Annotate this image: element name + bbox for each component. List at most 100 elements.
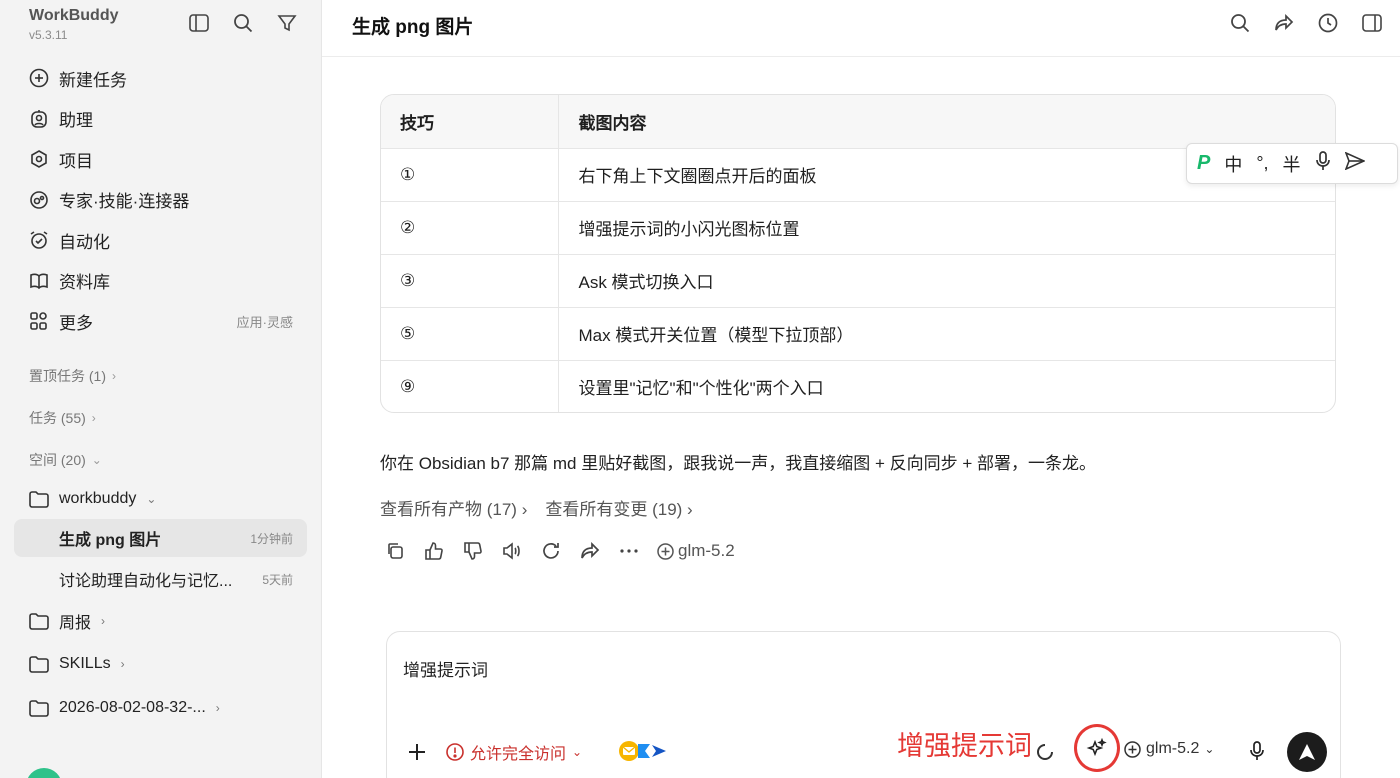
sidebar-item-library[interactable]: 资料库 <box>0 261 322 302</box>
plus-circle-icon <box>29 68 49 88</box>
model-selector[interactable]: glm-5.2 ⌄ <box>1124 740 1214 758</box>
tips-table: 技巧 截图内容 ① 右下角上下文圈圈点开后的面板 ② 增强提示词的小闪光图标位置 ③… <box>380 94 1336 413</box>
task-time: 1分钟前 <box>250 531 293 546</box>
avatar[interactable] <box>26 768 62 778</box>
brand: WorkBuddy v5.3.11 <box>29 7 118 42</box>
table-cell: ② <box>381 201 559 255</box>
search-icon[interactable] <box>232 12 254 34</box>
arrow-up-icon <box>1299 744 1315 760</box>
filter-icon[interactable] <box>276 12 298 34</box>
composer[interactable]: 增强提示词 允许完全访问 ⌄ 增强提示词 glm-5.2 ⌄ <box>386 631 1341 778</box>
composer-input[interactable]: 增强提示词 <box>403 656 488 681</box>
folder-label: workbuddy <box>59 490 137 507</box>
sidebar-item-assistant[interactable]: 助理 <box>0 99 322 140</box>
ime-lang-toggle[interactable]: 中 <box>1224 151 1242 177</box>
sidebar-item-label: 助理 <box>59 111 93 131</box>
microphone-icon[interactable] <box>1249 741 1269 763</box>
speaker-icon[interactable] <box>501 540 523 562</box>
folder-workbuddy[interactable]: workbuddy ⌄ <box>29 484 156 514</box>
sidebar-item-more[interactable]: 更多 应用·灵感 <box>0 301 322 342</box>
sparkle-icon <box>1086 738 1107 757</box>
sidebar-toggle-icon[interactable] <box>188 12 210 34</box>
tasks-section[interactable]: 任务 (55) › <box>29 408 96 428</box>
column-header: 截图内容 <box>558 95 1335 149</box>
access-mode-dropdown[interactable]: 允许完全访问 ⌄ <box>446 740 582 764</box>
spaces-section[interactable]: 空间 (20) ⌄ <box>29 450 102 470</box>
sidebar-item-label: 更多 <box>59 313 93 333</box>
add-attachment-button[interactable] <box>407 742 427 762</box>
book-icon <box>29 271 49 291</box>
section-label: 空间 (20) <box>29 452 86 468</box>
history-icon[interactable] <box>1317 12 1339 34</box>
task-title: 生成 png 图片 <box>59 532 162 549</box>
task-item[interactable]: 讨论助理自动化与记忆... 5天前 <box>14 560 307 598</box>
sidebar-toolbar <box>188 12 298 34</box>
ime-width-toggle[interactable]: 半 <box>1283 151 1301 177</box>
result-links: 查看所有产物 (17) › 查看所有变更 (19) › <box>380 495 693 520</box>
grid-icon <box>29 311 49 331</box>
folder-label: 周报 <box>59 615 92 632</box>
table-cell: ⑤ <box>381 307 559 361</box>
model-badge[interactable]: glm-5.2 <box>657 541 735 561</box>
sidebar-item-label: 资料库 <box>59 273 110 293</box>
share-icon[interactable] <box>1273 12 1295 34</box>
app-icon <box>652 745 666 757</box>
view-artifacts-link[interactable]: 查看所有产物 (17) › <box>380 495 527 520</box>
expert-icon <box>29 190 49 210</box>
message-actions: glm-5.2 <box>384 540 735 562</box>
context-usage-icon[interactable] <box>1035 742 1055 762</box>
send-button[interactable] <box>1287 732 1327 772</box>
ime-punct-toggle[interactable]: °, <box>1256 153 1268 174</box>
table-cell: ③ <box>381 254 559 308</box>
share-icon[interactable] <box>579 540 601 562</box>
enhance-prompt-button[interactable] <box>1077 738 1117 762</box>
folder-dated[interactable]: 2026-08-02-08-32-... › <box>29 693 220 723</box>
model-label: glm-5.2 <box>678 541 735 560</box>
sidebar-nav: 新建任务 助理 项目 专家·技能·连接器 自动化 资料库 更多 应用·灵感 <box>0 58 322 342</box>
chevron-down-icon: ⌄ <box>572 745 583 759</box>
thumbs-up-icon[interactable] <box>423 540 445 562</box>
table-header-row: 技巧 截图内容 <box>381 95 1335 149</box>
thumbs-down-icon[interactable] <box>462 540 484 562</box>
send-icon[interactable] <box>1344 151 1366 175</box>
table-cell: 设置里"记忆"和"个性化"两个入口 <box>578 379 824 399</box>
search-icon[interactable] <box>1229 12 1251 34</box>
sidebar-item-experts[interactable]: 专家·技能·连接器 <box>0 180 322 221</box>
assistant-message: 你在 Obsidian b7 那篇 md 里贴好截图，跟我说一声，我直接缩图 +… <box>380 454 1096 473</box>
sidebar-item-new-task[interactable]: 新建任务 <box>0 58 322 99</box>
sidebar-item-label: 专家·技能·连接器 <box>59 192 190 212</box>
microphone-icon[interactable] <box>1315 151 1331 176</box>
copy-icon[interactable] <box>384 540 406 562</box>
chevron-down-icon: ⌄ <box>91 453 102 467</box>
pinned-tasks-section[interactable]: 置顶任务 (1) › <box>29 366 116 386</box>
table-row: ③ Ask 模式切换入口 <box>381 254 1335 308</box>
sidebar-item-automation[interactable]: 自动化 <box>0 220 322 261</box>
sidebar-item-project[interactable]: 项目 <box>0 139 322 180</box>
warning-icon <box>446 743 464 761</box>
access-mode-label: 允许完全访问 <box>470 746 567 763</box>
assistant-icon <box>29 109 49 129</box>
model-label: glm-5.2 <box>1146 740 1200 757</box>
folder-skills[interactable]: SKILLs › <box>29 649 125 679</box>
task-item-active[interactable]: 生成 png 图片 1分钟前 <box>14 519 307 557</box>
sidebar-item-label: 新建任务 <box>59 70 127 90</box>
ime-logo-icon[interactable]: P <box>1197 152 1210 175</box>
sidebar: WorkBuddy v5.3.11 新建任务 助理 项目 专家·技能·连接器 自… <box>0 0 322 778</box>
table-cell: 增强提示词的小闪光图标位置 <box>558 201 1335 255</box>
refresh-icon[interactable] <box>540 540 562 562</box>
folder-label: 2026-08-02-08-32-... <box>59 699 206 716</box>
section-label: 置顶任务 (1) <box>29 368 106 384</box>
more-icon[interactable] <box>618 540 640 562</box>
panel-toggle-icon[interactable] <box>1361 12 1383 34</box>
chevron-down-icon: ⌄ <box>146 492 157 506</box>
folder-icon <box>29 654 49 674</box>
connected-apps[interactable] <box>618 740 668 762</box>
chevron-right-icon: › <box>120 657 125 671</box>
view-changes-link[interactable]: 查看所有变更 (19) › <box>545 495 692 520</box>
plus-circle-icon <box>657 542 674 560</box>
table-cell: Ask 模式切换入口 <box>558 254 1335 308</box>
table-row: ⑨ 设置里"记忆"和"个性化"两个入口 <box>381 360 1335 412</box>
folder-weekly[interactable]: 周报 › <box>29 606 105 636</box>
header-toolbar <box>1229 12 1383 34</box>
app-version: v5.3.11 <box>29 28 68 42</box>
